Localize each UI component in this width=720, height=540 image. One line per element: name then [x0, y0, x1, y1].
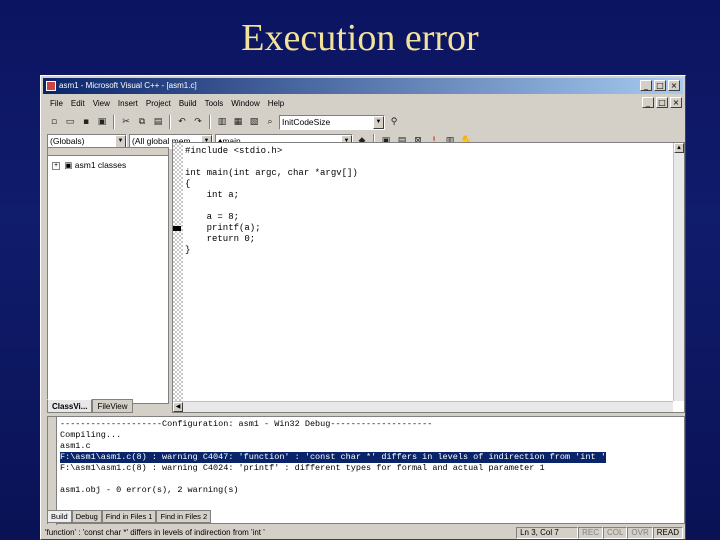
menu-tools[interactable]: Tools [201, 99, 228, 108]
output-line-selected[interactable]: F:\asm1\asm1.c(8) : warning C4047: 'func… [60, 452, 606, 463]
workspace-icon[interactable]: ▥ [215, 115, 229, 129]
code-editor[interactable]: #include <stdio.h> int main(int argc, ch… [172, 142, 685, 413]
tab-classview[interactable]: ClassVi... [47, 399, 93, 413]
paste-icon[interactable]: ▤ [151, 115, 165, 129]
status-ovr: OVR [627, 526, 653, 539]
output-window[interactable]: --------------------Configuration: asm1 … [47, 416, 685, 525]
tab-find-in-files-2[interactable]: Find in Files 2 [156, 510, 212, 523]
menu-window[interactable]: Window [227, 99, 263, 108]
code-line: int main(int argc, char *argv[]) [185, 168, 358, 178]
scope-combo-value: (Globals) [50, 136, 85, 146]
doc-maximize-button[interactable]: □ [656, 97, 668, 108]
tree-item-classes[interactable]: + ▣ asm1 classes [48, 156, 168, 171]
code-line: } [185, 245, 191, 255]
output-tabs: Build Debug Find in Files 1 Find in File… [47, 510, 212, 523]
menu-help[interactable]: Help [264, 99, 288, 108]
copy-icon[interactable]: ⧉ [135, 115, 149, 129]
editor-horizontal-scrollbar[interactable]: ◀ [173, 401, 673, 412]
save-icon[interactable]: ▪ [79, 115, 93, 129]
workspace-pane-header [48, 148, 168, 156]
scroll-up-icon[interactable]: ▲ [674, 143, 684, 153]
status-col: COL [602, 526, 628, 539]
scroll-left-icon[interactable]: ◀ [173, 402, 183, 412]
editor-gutter [173, 143, 183, 401]
toolbar-separator [113, 115, 115, 129]
workspace-pane: + ▣ asm1 classes [47, 147, 169, 404]
current-line-marker [173, 226, 181, 231]
expand-icon[interactable]: + [52, 161, 60, 170]
function-combo-value: InitCodeSize [282, 117, 331, 127]
output-window-icon[interactable]: ▦ [231, 115, 245, 129]
windows-list-icon[interactable]: ▧ [247, 115, 261, 129]
chevron-down-icon[interactable]: ▼ [373, 115, 384, 129]
code-line: a = 8; [185, 212, 240, 222]
tab-build[interactable]: Build [47, 510, 72, 523]
class-icon: ▣ [64, 160, 73, 170]
tree-item-label: asm1 classes [74, 160, 127, 170]
slide-title: Execution error [241, 17, 479, 59]
undo-icon[interactable]: ↶ [175, 115, 189, 129]
output-gutter [48, 417, 57, 525]
output-line: Compiling... [60, 430, 122, 440]
window-titlebar[interactable]: asm1 - Microsoft Visual C++ - [asm1.c] _… [43, 78, 683, 94]
code-line: return 0; [185, 234, 256, 244]
cut-icon[interactable]: ✂ [119, 115, 133, 129]
toolbar-separator [169, 115, 171, 129]
output-text[interactable]: --------------------Configuration: asm1 … [60, 419, 606, 496]
new-file-icon[interactable]: ▫ [47, 115, 61, 129]
output-line: asm1.obj - 0 error(s), 2 warning(s) [60, 485, 239, 495]
menu-view[interactable]: View [89, 99, 114, 108]
output-line: --------------------Configuration: asm1 … [60, 419, 433, 429]
find-in-files-icon[interactable]: ⌕ [263, 115, 277, 129]
app-icon [46, 81, 56, 91]
maximize-button[interactable]: □ [654, 80, 666, 91]
status-position: Ln 3, Col 7 [516, 526, 579, 539]
status-bar: 'function' : 'const char *' differs in l… [43, 526, 683, 539]
tab-find-in-files-1[interactable]: Find in Files 1 [101, 510, 157, 523]
menu-insert[interactable]: Insert [114, 99, 142, 108]
doc-close-button[interactable]: × [670, 97, 682, 108]
chevron-down-icon[interactable]: ▼ [115, 134, 126, 148]
menu-bar: File Edit View Insert Project Build Tool… [43, 95, 683, 112]
code-line: int a; [185, 190, 240, 200]
output-line: asm1.c [60, 441, 91, 451]
tab-debug[interactable]: Debug [71, 510, 102, 523]
minimize-button[interactable]: _ [640, 80, 652, 91]
ide-window: asm1 - Microsoft Visual C++ - [asm1.c] _… [40, 75, 686, 540]
open-folder-icon[interactable]: ▭ [63, 115, 77, 129]
window-title: asm1 - Microsoft Visual C++ - [asm1.c] [59, 81, 197, 90]
menu-build[interactable]: Build [175, 99, 201, 108]
code-line: { [185, 179, 191, 189]
toolbar-separator [209, 115, 211, 129]
menu-edit[interactable]: Edit [67, 99, 89, 108]
function-combo[interactable]: InitCodeSize ▼ [279, 114, 385, 130]
redo-icon[interactable]: ↷ [191, 115, 205, 129]
status-rec: REC [578, 526, 603, 539]
output-line[interactable]: F:\asm1\asm1.c(8) : warning C4024: 'prin… [60, 463, 606, 474]
source-code[interactable]: #include <stdio.h> int main(int argc, ch… [185, 146, 358, 256]
status-read: READ [652, 526, 683, 539]
workspace-tabs: ClassVi... FileView [47, 399, 169, 413]
status-message: 'function' : 'const char *' differs in l… [45, 528, 265, 537]
close-button[interactable]: × [668, 80, 680, 91]
tab-fileview[interactable]: FileView [92, 399, 133, 413]
find-icon[interactable]: ⚲ [387, 115, 401, 129]
editor-vertical-scrollbar[interactable]: ▲ [673, 143, 684, 401]
code-line: printf(a); [185, 223, 261, 233]
menu-file[interactable]: File [46, 99, 67, 108]
code-line: #include <stdio.h> [185, 146, 283, 156]
standard-toolbar: ▫ ▭ ▪ ▣ ✂ ⧉ ▤ ↶ ↷ ▥ ▦ ▧ ⌕ InitCodeSize ▼… [43, 113, 683, 131]
menu-project[interactable]: Project [142, 99, 175, 108]
doc-minimize-button[interactable]: _ [642, 97, 654, 108]
save-all-icon[interactable]: ▣ [95, 115, 109, 129]
